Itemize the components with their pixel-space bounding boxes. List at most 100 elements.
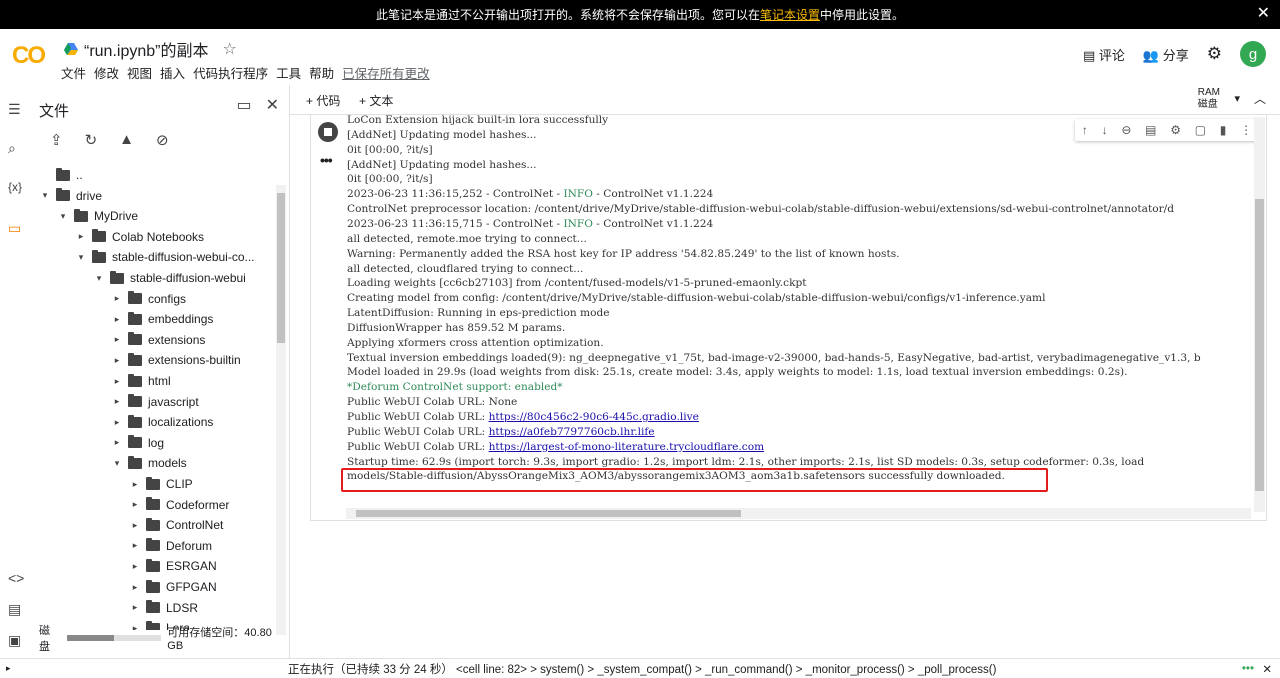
terminal-icon[interactable]: ▣ (8, 632, 21, 649)
url-link[interactable]: https://a0feb7797760cb.lhr.life (489, 426, 655, 438)
stop-execution-button[interactable] (318, 122, 338, 142)
close-icon[interactable]: ✕ (266, 95, 279, 115)
tree-scroll-thumb[interactable] (277, 193, 285, 343)
tree-item[interactable]: ▸ ControlNet (130, 515, 223, 535)
menu-tools[interactable]: 工具 (276, 63, 301, 82)
move-down-icon[interactable]: ↓ (1102, 123, 1108, 137)
tree-item[interactable]: ▸ embeddings (112, 309, 213, 329)
chevron-down-icon[interactable]: ▾ (112, 458, 122, 469)
chevron-right-icon[interactable]: ▸ (130, 520, 140, 531)
tree-item[interactable]: ▾ drive (40, 186, 102, 206)
delete-icon[interactable]: ▮ (1220, 123, 1227, 137)
mount-drive-icon[interactable]: ▲ (119, 131, 134, 149)
menu-view[interactable]: 视图 (127, 63, 152, 82)
chevron-right-icon[interactable]: ▸ (112, 314, 122, 325)
output-hscroll-thumb[interactable] (356, 510, 741, 517)
resource-indicator[interactable]: RAM 磁盘 (1198, 87, 1220, 111)
star-icon[interactable]: ☆ (222, 39, 236, 59)
notebook-title[interactable]: “run.ipynb”的副本 (84, 37, 208, 61)
link-icon[interactable]: ⊖ (1121, 123, 1131, 137)
open-in-tab-icon[interactable]: ▭ (236, 95, 251, 115)
save-status[interactable]: 已保存所有更改 (342, 63, 430, 82)
tree-item[interactable]: ▸ LDSR (130, 598, 198, 618)
output-vscrollbar[interactable] (1254, 117, 1265, 512)
chevron-right-icon[interactable]: ▸ (130, 499, 140, 510)
tree-item[interactable]: ▸ javascript (112, 392, 199, 412)
hide-files-icon[interactable]: ⊘ (156, 131, 169, 149)
upload-icon[interactable]: ⇪ (50, 131, 63, 149)
mirror-icon[interactable]: ▢ (1195, 123, 1206, 137)
gear-icon[interactable]: ⚙ (1207, 44, 1222, 64)
chevron-down-icon[interactable]: ▾ (1234, 92, 1240, 105)
notebook-settings-link[interactable]: 笔记本设置 (760, 6, 820, 23)
tree-item[interactable]: ▸ GFPGAN (130, 577, 217, 597)
tree-item[interactable]: ▸ Deforum (130, 536, 212, 556)
chevron-down-icon[interactable]: ▾ (58, 211, 68, 222)
chevron-right-icon[interactable]: ▸ (130, 479, 140, 490)
output-vscroll-thumb[interactable] (1255, 199, 1264, 491)
tree-item[interactable]: ▸ extensions-builtin (112, 350, 241, 370)
chevron-right-icon[interactable]: ▸ (112, 293, 122, 304)
url-link[interactable]: https://80c456c2-90c6-445c.gradio.live (489, 411, 699, 423)
chevron-right-icon[interactable]: ▸ (112, 417, 122, 428)
command-palette-icon[interactable]: ▤ (8, 601, 21, 618)
chevron-right-icon[interactable]: ▸ (130, 540, 140, 551)
tree-item[interactable]: ▾ models (112, 453, 187, 473)
chevron-down-icon[interactable]: ▾ (76, 252, 86, 263)
tree-item[interactable]: ▸ CLIP (130, 474, 193, 494)
chevron-right-icon[interactable]: ▸ (76, 231, 86, 242)
share-button[interactable]: 👥 分享 (1143, 45, 1189, 64)
tree-item[interactable]: .. (40, 165, 83, 185)
more-icon[interactable]: ••• (320, 152, 333, 168)
chevron-right-icon[interactable]: ▸ (130, 561, 140, 572)
files-icon[interactable]: ▭ (8, 220, 21, 237)
chevron-right-icon[interactable]: ▸ (6, 663, 11, 674)
tree-item[interactable]: ▸ html (112, 371, 171, 391)
variables-icon[interactable]: {x} (8, 180, 22, 194)
toc-icon[interactable]: ☰ (8, 101, 21, 118)
add-text-button[interactable]: + 文本 (359, 92, 393, 109)
tree-item[interactable]: ▾ MyDrive (58, 206, 138, 226)
add-code-button[interactable]: + 代码 (306, 92, 340, 109)
search-icon[interactable]: ⌕ (8, 140, 16, 157)
tree-item[interactable]: ▸ Codeformer (130, 495, 229, 515)
avatar[interactable]: g (1240, 41, 1266, 67)
chevron-right-icon[interactable]: ▸ (112, 355, 122, 366)
tree-item[interactable]: ▸ configs (112, 289, 186, 309)
chevron-right-icon[interactable]: ▸ (112, 437, 122, 448)
move-up-icon[interactable]: ↑ (1082, 123, 1088, 137)
tree-item[interactable]: ▸ Colab Notebooks (76, 227, 204, 247)
chevron-down-icon[interactable]: ▾ (40, 190, 50, 201)
chevron-right-icon[interactable]: ▸ (112, 376, 122, 387)
tree-item[interactable]: ▸ log (112, 433, 164, 453)
menu-file[interactable]: 文件 (61, 63, 86, 82)
colab-logo[interactable]: CO (12, 42, 46, 70)
close-icon[interactable]: ✕ (1257, 3, 1270, 23)
chevron-right-icon[interactable]: ▸ (130, 582, 140, 593)
tree-item[interactable]: ▸ ESRGAN (130, 556, 217, 576)
menu-help[interactable]: 帮助 (309, 63, 334, 82)
more-vert-icon[interactable]: ⋮ (1240, 123, 1252, 137)
refresh-icon[interactable]: ↻ (85, 131, 98, 149)
tree-item[interactable]: ▸ extensions (112, 330, 205, 350)
chevron-down-icon[interactable]: ▾ (94, 273, 104, 284)
comment-button[interactable]: ▤ 评论 (1083, 45, 1125, 64)
comment-icon[interactable]: ▤ (1145, 123, 1156, 137)
menu-insert[interactable]: 插入 (160, 63, 185, 82)
tree-item[interactable]: ▾ stable-diffusion-webui-co... (76, 247, 255, 267)
tree-item[interactable]: ▾ stable-diffusion-webui (94, 268, 246, 288)
chevron-right-icon[interactable]: ▸ (112, 396, 122, 407)
gear-icon[interactable]: ⚙ (1170, 123, 1181, 137)
url-link[interactable]: https://largest-of-mono-literature.trycl… (489, 441, 765, 453)
close-icon[interactable]: ✕ (1262, 662, 1272, 676)
menu-edit[interactable]: 修改 (94, 63, 119, 82)
tree-scrollbar[interactable] (276, 185, 286, 635)
code-snippets-icon[interactable]: <> (8, 570, 24, 586)
status-dots[interactable]: ••• (1242, 663, 1254, 675)
chevron-right-icon[interactable]: ▸ (112, 334, 122, 345)
tree-item[interactable]: ▸ localizations (112, 412, 213, 432)
output-hscrollbar[interactable] (346, 508, 1251, 519)
chevron-right-icon[interactable]: ▸ (130, 602, 140, 613)
chevron-up-icon[interactable]: ︿ (1254, 90, 1266, 107)
menu-runtime[interactable]: 代码执行程序 (193, 63, 268, 82)
